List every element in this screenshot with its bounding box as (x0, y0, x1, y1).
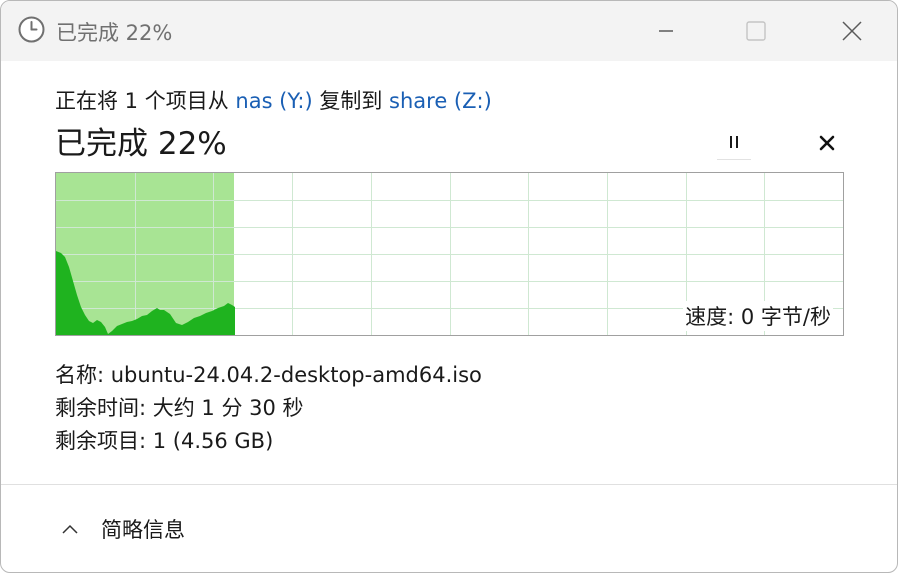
less-details-label: 简略信息 (101, 518, 185, 542)
details-panel: 名称: ubuntu-24.04.2-desktop-amd64.iso 剩余时… (55, 359, 482, 458)
minimize-icon (659, 30, 673, 32)
chevron-up-icon (62, 524, 78, 534)
progress-status: 已完成 22% (55, 126, 227, 162)
file-name: 名称: ubuntu-24.04.2-desktop-amd64.iso (55, 363, 482, 387)
transfer-description: 正在将 1 个项目从 nas (Y:) 复制到 share (Z:) (55, 85, 492, 115)
destination-link[interactable]: share (Z:) (389, 89, 492, 113)
pause-button[interactable] (717, 125, 751, 160)
items-remaining: 剩余项目: 1 (4.56 GB) (55, 429, 274, 453)
transfer-prefix: 正在将 1 个项目从 (55, 89, 236, 113)
close-icon (842, 21, 862, 41)
pause-icon (730, 136, 738, 148)
cancel-button[interactable] (809, 125, 845, 161)
less-details-toggle[interactable]: 简略信息 (61, 511, 185, 547)
close-button[interactable] (807, 1, 897, 61)
cancel-icon (819, 135, 835, 151)
maximize-button (711, 1, 801, 61)
copy-progress-dialog: 已完成 22% 正在将 1 个项目从 nas (Y:) 复制到 share (Z… (0, 0, 898, 573)
maximize-icon (746, 21, 766, 41)
title-bar[interactable]: 已完成 22% (1, 1, 897, 61)
transfer-speed-graph: 速度: 0 字节/秒 (55, 172, 844, 336)
source-link[interactable]: nas (Y:) (235, 89, 312, 113)
minimize-button[interactable] (621, 1, 711, 61)
clock-icon (17, 15, 46, 44)
transfer-middle: 复制到 (312, 89, 390, 113)
window-title: 已完成 22% (56, 21, 173, 45)
speed-label: 速度: 0 字节/秒 (683, 301, 833, 331)
footer-divider (1, 484, 897, 485)
time-remaining: 剩余时间: 大约 1 分 30 秒 (55, 396, 304, 420)
